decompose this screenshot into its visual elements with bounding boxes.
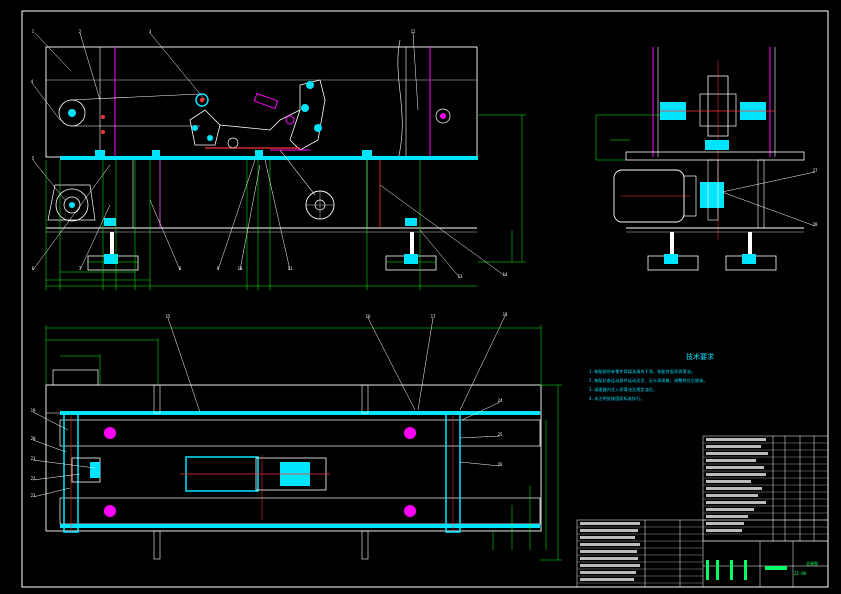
parts-list-rows	[577, 442, 828, 584]
requirement-line-2: 2.装配后各运动部件运动灵活，无卡滞现象，调整到位后锁紧。	[589, 378, 708, 383]
part-balloon: 4	[31, 79, 34, 84]
part-balloon: 26	[498, 462, 503, 467]
part-balloon: 19	[31, 408, 36, 413]
part-balloon: 17	[431, 314, 436, 319]
part-balloon: 2	[79, 29, 82, 34]
part-balloon: 23	[31, 493, 36, 498]
part-balloon: 10	[238, 266, 243, 271]
part-balloon: 8	[179, 266, 182, 271]
title-block-green-marks	[706, 560, 787, 580]
technical-requirements-title: 技术要求	[686, 353, 714, 361]
part-balloon: 18	[503, 312, 508, 317]
part-balloon: 12	[411, 29, 416, 34]
part-balloon: 13	[458, 274, 463, 279]
part-balloon: 21	[31, 456, 36, 461]
part-balloon: 25	[498, 432, 503, 437]
part-balloon: 24	[498, 398, 503, 403]
part-balloon: 28	[813, 222, 818, 227]
part-balloon: 22	[31, 476, 36, 481]
side-view	[595, 47, 816, 271]
requirement-line-1: 1.装配前所有零件用煤油清洗干净，各配合面涂润滑油。	[589, 369, 696, 374]
part-balloon: 16	[366, 314, 371, 319]
part-balloon: 27	[813, 168, 818, 173]
part-balloon: 11	[288, 266, 293, 271]
parts-list-text-marks	[580, 438, 768, 581]
part-balloon: 3	[149, 29, 152, 34]
requirement-line-4: 4.未注明处按国家标准执行。	[589, 396, 645, 401]
requirement-line-3: 3.减速器内注入润滑油至规定油位。	[589, 387, 658, 392]
drawing-frame	[21, 10, 829, 588]
drawing-id: ZZ-00	[794, 571, 807, 576]
part-balloon: 15	[166, 314, 171, 319]
engineering-drawing-canvas: 1 2 3456 7 8 9 10 111213 1415 16 17 181920212223242…	[21, 10, 829, 588]
part-balloon: 14	[503, 272, 508, 277]
front-view-housing	[45, 46, 478, 158]
front-view	[45, 39, 478, 271]
plan-view	[32, 315, 562, 561]
part-balloon: 5	[32, 156, 35, 161]
part-balloon: 20	[31, 436, 36, 441]
part-balloon: 1	[32, 29, 35, 34]
drawing-name: 总装图	[806, 561, 818, 566]
